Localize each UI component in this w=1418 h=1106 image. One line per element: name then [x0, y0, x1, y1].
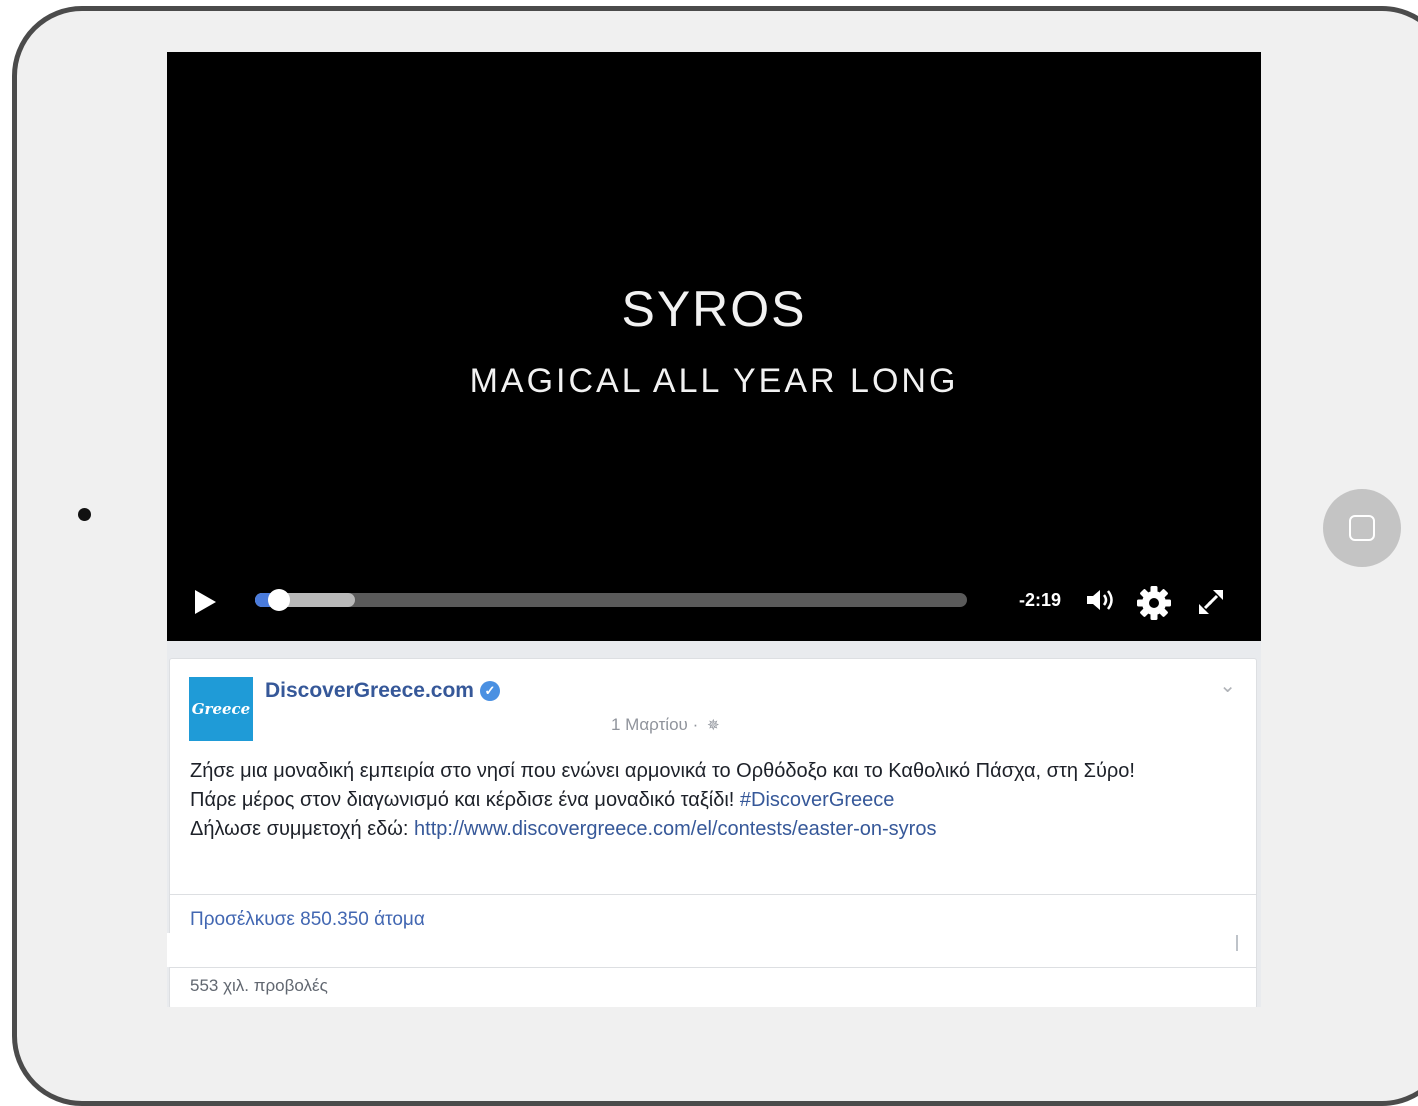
divider	[170, 967, 1256, 968]
video-subtitle: MAGICAL ALL YEAR LONG	[469, 362, 959, 400]
post-text-line2-wrap: Πάρε μέρος στον διαγωνισμό και κέρδισε έ…	[190, 786, 1230, 815]
video-player[interactable]: SYROS MAGICAL ALL YEAR LONG -2:19	[167, 52, 1261, 641]
page-avatar[interactable]: Greece	[189, 677, 253, 741]
camera-dot	[78, 508, 91, 521]
hashtag-link[interactable]: #DiscoverGreece	[740, 789, 895, 811]
post-date[interactable]: 1 Μαρτίου	[611, 715, 688, 734]
divider	[170, 894, 1256, 895]
time-remaining: -2:19	[1019, 590, 1062, 610]
view-count: 553 χιλ. προβολές	[190, 976, 328, 995]
home-button-icon	[1349, 515, 1375, 541]
progress-thumb[interactable]	[268, 589, 291, 611]
contest-link[interactable]: http://www.discovergreece.com/el/contest…	[414, 818, 936, 840]
page-name: DiscoverGreece.com	[265, 679, 474, 702]
reach-text[interactable]: Προσέλκυσε 850.350 άτομα	[190, 909, 425, 931]
post-text-line3-wrap: Δήλωσε συμμετοχή εδώ: http://www.discove…	[190, 815, 1230, 844]
verified-badge-icon: ✓	[479, 681, 500, 702]
facebook-post: Greece DiscoverGreece.com ✓ ⌄ 1 Μαρτίου ·…	[167, 658, 1257, 1007]
post-text-line3-prefix: Δήλωσε συμμετοχή εδώ:	[190, 818, 409, 840]
avatar-logo-text: Greece	[191, 700, 251, 718]
play-icon[interactable]	[195, 590, 216, 614]
settings-gear-icon[interactable]	[1135, 584, 1173, 622]
video-controls: -2:19	[167, 576, 1261, 626]
meta-separator: ·	[692, 715, 699, 734]
page-name-link[interactable]: DiscoverGreece.com ✓	[265, 679, 500, 703]
volume-icon[interactable]	[1085, 586, 1121, 614]
post-meta: 1 Μαρτίου · ✵	[611, 715, 720, 735]
chevron-down-icon[interactable]: ⌄	[1219, 673, 1236, 698]
scroll-indicator	[1236, 935, 1238, 951]
post-text: Ζήσε μια μοναδική εμπειρία στο νησί που …	[190, 757, 1230, 844]
screen: SYROS MAGICAL ALL YEAR LONG -2:19 Greece…	[167, 52, 1261, 1007]
home-button[interactable]	[1323, 489, 1401, 567]
fullscreen-icon[interactable]	[1195, 586, 1227, 618]
globe-icon: ✵	[706, 717, 720, 734]
video-title: SYROS	[621, 281, 807, 337]
reach-overlay	[167, 933, 1256, 967]
post-text-line1: Ζήσε μια μοναδική εμπειρία στο νησί που …	[190, 760, 1135, 782]
post-text-line2: Πάρε μέρος στον διαγωνισμό και κέρδισε έ…	[190, 789, 735, 811]
progress-bar[interactable]	[255, 589, 967, 611]
